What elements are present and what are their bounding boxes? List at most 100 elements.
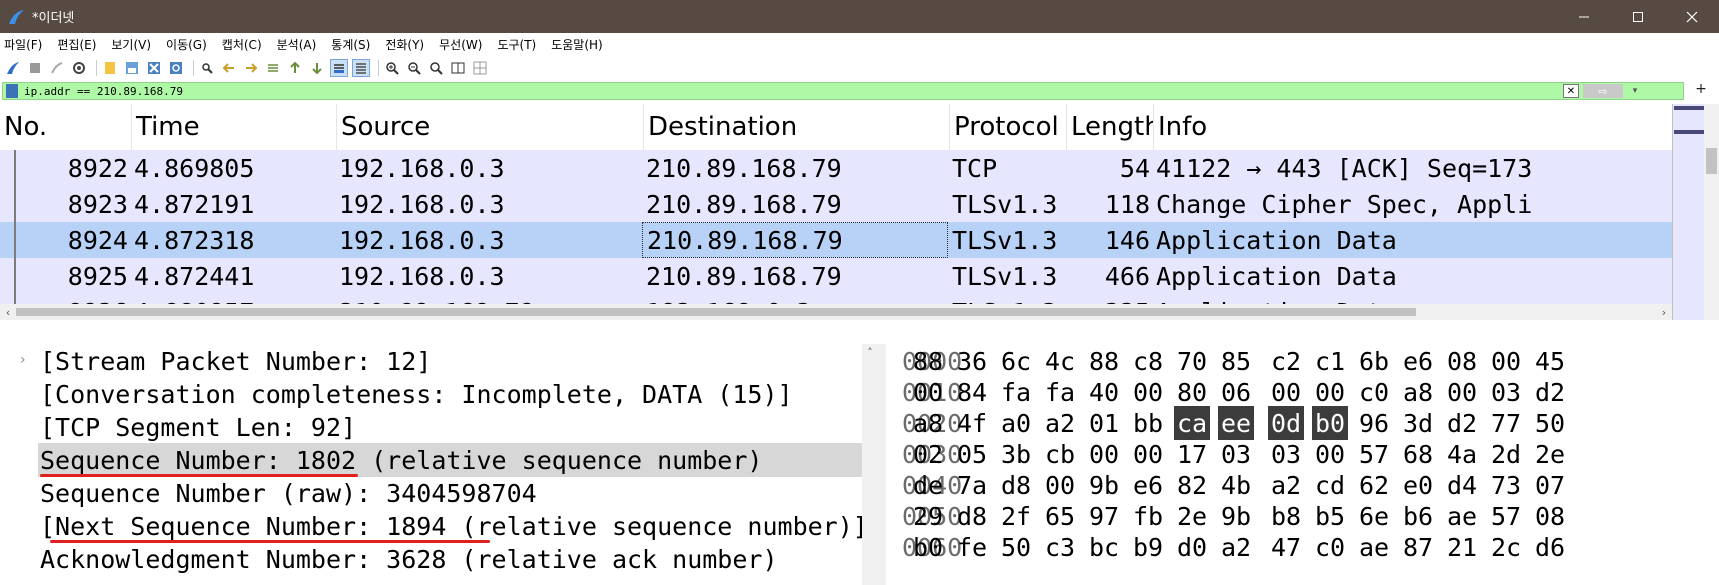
hex-byte[interactable]: 77: [1488, 406, 1524, 440]
go-first-icon[interactable]: [286, 59, 304, 77]
stop-capture-icon[interactable]: [26, 59, 44, 77]
packet-list-hscroll-thumb[interactable]: [16, 308, 1416, 316]
hex-byte[interactable]: 08: [1444, 344, 1480, 378]
hex-byte[interactable]: 00: [1130, 437, 1166, 471]
hex-byte[interactable]: 36: [954, 344, 990, 378]
hex-byte[interactable]: 82: [1174, 468, 1210, 502]
add-filter-button-plus-icon[interactable]: +: [1693, 80, 1709, 98]
find-packet-icon[interactable]: [198, 59, 216, 77]
hex-byte[interactable]: c8: [1130, 344, 1166, 378]
close-file-icon[interactable]: [145, 59, 163, 77]
column-header-time[interactable]: Time: [132, 104, 337, 150]
go-last-icon[interactable]: [308, 59, 326, 77]
hex-byte[interactable]: cb: [1042, 437, 1078, 471]
hex-byte[interactable]: e0: [1400, 468, 1436, 502]
menu-view[interactable]: 보기(V): [111, 36, 151, 53]
hex-byte[interactable]: b9: [1130, 530, 1166, 564]
detail-line-next-sequence-number[interactable]: [Next Sequence Number: 1894 (relative se…: [40, 509, 868, 543]
expand-arrow-icon[interactable]: ›: [20, 352, 26, 368]
hex-byte[interactable]: 05: [954, 437, 990, 471]
hex-byte[interactable]: 07: [1532, 468, 1568, 502]
hex-byte[interactable]: 03: [1218, 437, 1254, 471]
packet-row[interactable]: 8924 4.872318 192.168.0.3 210.89.168.79 TLSv…: [0, 222, 1672, 258]
hex-byte[interactable]: b5: [1312, 499, 1348, 533]
hex-byte[interactable]: 9b: [1086, 468, 1122, 502]
hex-byte[interactable]: 00: [1130, 375, 1166, 409]
hex-byte[interactable]: 57: [1488, 499, 1524, 533]
hex-byte[interactable]: ca: [1174, 406, 1211, 440]
hex-byte[interactable]: 2c: [1488, 530, 1524, 564]
hex-byte[interactable]: a8: [910, 406, 946, 440]
hex-byte[interactable]: 00: [910, 375, 946, 409]
column-header-source[interactable]: Source: [337, 104, 644, 150]
hex-byte[interactable]: 3b: [998, 437, 1034, 471]
hex-byte[interactable]: 0d: [1268, 406, 1305, 440]
close-button[interactable]: [1665, 0, 1719, 33]
detail-line-sequence-number-raw[interactable]: Sequence Number (raw): 3404598704: [40, 476, 537, 510]
hex-byte[interactable]: 29: [910, 499, 946, 533]
menu-go[interactable]: 이동(G): [166, 36, 207, 53]
hex-byte[interactable]: bc: [1086, 530, 1122, 564]
hex-byte[interactable]: b6: [1400, 499, 1436, 533]
hex-byte[interactable]: 50: [998, 530, 1034, 564]
hex-byte[interactable]: c3: [1042, 530, 1078, 564]
scroll-right-icon[interactable]: ›: [1656, 304, 1672, 320]
zoom-in-icon[interactable]: [383, 59, 401, 77]
go-back-icon[interactable]: [220, 59, 238, 77]
hex-byte[interactable]: d8: [954, 499, 990, 533]
hex-byte[interactable]: b8: [1268, 499, 1304, 533]
hex-byte[interactable]: 08: [1532, 499, 1568, 533]
column-header-info[interactable]: Info: [1154, 104, 1672, 150]
hex-byte[interactable]: 96: [1356, 406, 1392, 440]
hex-byte[interactable]: 4f: [954, 406, 990, 440]
hex-byte[interactable]: d8: [998, 468, 1034, 502]
hex-byte[interactable]: 2e: [1532, 437, 1568, 471]
hex-byte[interactable]: d4: [1444, 468, 1480, 502]
hex-byte[interactable]: 7a: [954, 468, 990, 502]
apply-filter-arrow-icon[interactable]: ⇨: [1583, 84, 1623, 98]
open-file-icon[interactable]: [101, 59, 119, 77]
hex-byte[interactable]: e6: [1130, 468, 1166, 502]
packet-list-hscrollbar[interactable]: ‹ ›: [0, 304, 1672, 320]
hex-byte[interactable]: 50: [1532, 406, 1568, 440]
hex-byte[interactable]: 2f: [998, 499, 1034, 533]
hex-byte[interactable]: d6: [1532, 530, 1568, 564]
packet-row[interactable]: 8925 4.872441 192.168.0.3 210.89.168.79 TLSv…: [0, 258, 1672, 294]
hex-byte[interactable]: 57: [1356, 437, 1392, 471]
hex-byte[interactable]: c2: [1268, 344, 1304, 378]
menu-capture[interactable]: 캡처(C): [222, 36, 262, 53]
hex-byte[interactable]: 4a: [1444, 437, 1480, 471]
hex-byte[interactable]: 73: [1488, 468, 1524, 502]
hex-byte[interactable]: 6e: [1356, 499, 1392, 533]
hex-byte[interactable]: 84: [954, 375, 990, 409]
hex-byte[interactable]: fe: [954, 530, 990, 564]
hex-byte[interactable]: 03: [1488, 375, 1524, 409]
packet-row[interactable]: 8922 4.869805 192.168.0.3 210.89.168.79 TCP 5…: [0, 150, 1672, 186]
hex-byte[interactable]: d2: [1532, 375, 1568, 409]
hex-byte[interactable]: 87: [1400, 530, 1436, 564]
hex-byte[interactable]: de: [910, 468, 946, 502]
hex-byte[interactable]: 80: [1174, 375, 1210, 409]
hex-byte[interactable]: 03: [1268, 437, 1304, 471]
go-forward-icon[interactable]: [242, 59, 260, 77]
column-header-length[interactable]: Length: [1067, 104, 1154, 150]
hex-byte[interactable]: 62: [1356, 468, 1392, 502]
packet-minimap[interactable]: [1672, 104, 1704, 320]
hex-byte[interactable]: 4c: [1042, 344, 1078, 378]
hex-byte[interactable]: c0: [1356, 375, 1392, 409]
packet-details-scrollbar[interactable]: ˄: [862, 344, 878, 585]
pane-splitter[interactable]: [0, 320, 1719, 344]
filter-history-dropdown-icon[interactable]: ▾: [1627, 84, 1643, 98]
hex-byte[interactable]: 00: [1268, 375, 1304, 409]
hex-byte[interactable]: cd: [1312, 468, 1348, 502]
packet-row[interactable]: 8923 4.872191 192.168.0.3 210.89.168.79 TLSv…: [0, 186, 1672, 222]
detail-line-stream-packet-number[interactable]: [Stream Packet Number: 12]: [40, 344, 431, 378]
hex-byte[interactable]: ee: [1218, 406, 1255, 440]
save-file-icon[interactable]: [123, 59, 141, 77]
column-header-protocol[interactable]: Protocol: [950, 104, 1067, 150]
hex-byte[interactable]: 6c: [998, 344, 1034, 378]
menu-analyze[interactable]: 분석(A): [277, 36, 317, 53]
detail-line-conversation-completeness[interactable]: [Conversation completeness: Incomplete, …: [40, 377, 793, 411]
minimize-button[interactable]: [1557, 0, 1611, 33]
packet-list-scroll-thumb[interactable]: [1706, 148, 1717, 174]
